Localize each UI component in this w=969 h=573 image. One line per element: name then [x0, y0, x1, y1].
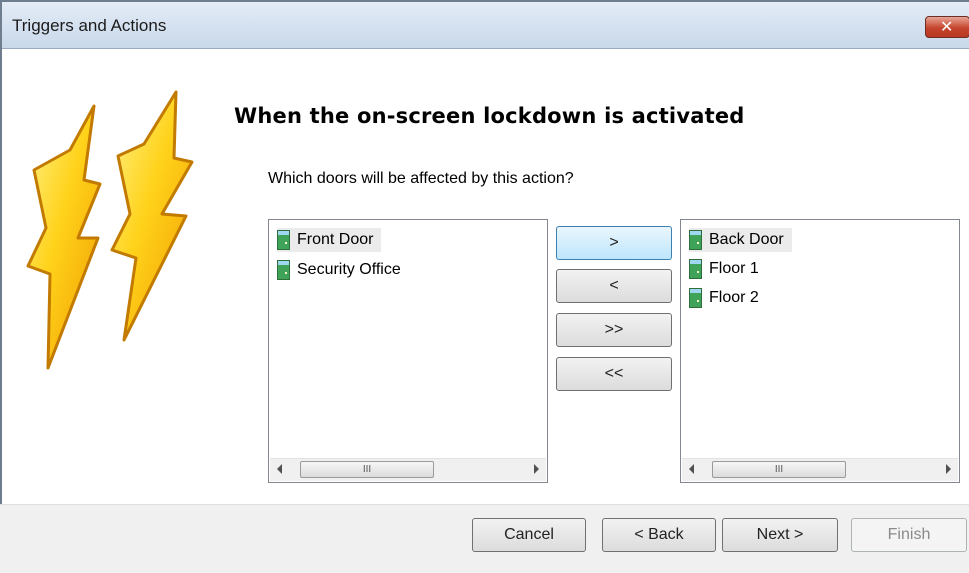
scroll-right-icon[interactable]	[946, 464, 951, 474]
doors-question: Which doors will be affected by this act…	[268, 170, 574, 187]
list-item[interactable]: Security Office	[277, 258, 409, 282]
door-label: Back Door	[709, 231, 784, 248]
close-button[interactable]: ✕	[925, 16, 969, 38]
scroll-right-icon[interactable]	[534, 464, 539, 474]
scroll-left-icon[interactable]	[689, 464, 694, 474]
door-icon	[277, 230, 290, 250]
next-button[interactable]: Next >	[722, 518, 838, 552]
door-icon	[689, 230, 702, 250]
page-heading: When the on-screen lockdown is activated	[234, 104, 745, 128]
window-title: Triggers and Actions	[12, 16, 167, 35]
door-label: Security Office	[297, 261, 401, 278]
cancel-button[interactable]: Cancel	[472, 518, 586, 552]
door-icon	[277, 260, 290, 280]
list-item[interactable]: Floor 1	[689, 257, 767, 281]
door-label: Front Door	[297, 231, 374, 248]
scroll-thumb[interactable]: III	[712, 461, 846, 478]
scroll-thumb[interactable]: III	[300, 461, 434, 478]
scroll-left-icon[interactable]	[277, 464, 282, 474]
affected-doors-list[interactable]: Back Door Floor 1 Floor 2 III	[680, 219, 960, 483]
available-doors-list[interactable]: Front Door Security Office III	[268, 219, 548, 483]
list-item[interactable]: Front Door	[277, 228, 382, 252]
remove-all-button[interactable]: <<	[556, 357, 672, 391]
back-button[interactable]: < Back	[602, 518, 716, 552]
door-label: Floor 2	[709, 289, 759, 306]
list-item[interactable]: Back Door	[689, 228, 792, 252]
close-icon: ✕	[940, 17, 954, 36]
remove-button[interactable]: <	[556, 269, 672, 303]
horizontal-scrollbar[interactable]: III	[270, 458, 546, 481]
horizontal-scrollbar[interactable]: III	[682, 458, 958, 481]
list-item[interactable]: Floor 2	[689, 286, 767, 310]
door-icon	[689, 288, 702, 308]
lightning-bolts-icon	[26, 90, 194, 370]
door-icon	[689, 259, 702, 279]
add-button[interactable]: >	[556, 226, 672, 260]
title-bar: Triggers and Actions	[2, 2, 969, 49]
add-all-button[interactable]: >>	[556, 313, 672, 347]
finish-button[interactable]: Finish	[851, 518, 967, 552]
door-label: Floor 1	[709, 260, 759, 277]
